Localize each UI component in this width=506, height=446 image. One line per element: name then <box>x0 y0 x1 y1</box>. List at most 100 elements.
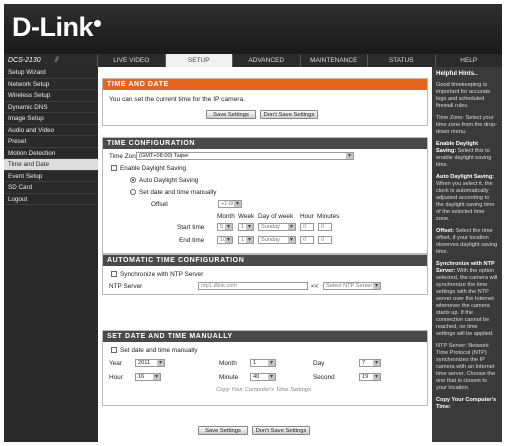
manual-time-panel: SET DATE AND TIME MANUALLY Set date and … <box>102 330 428 406</box>
hour-label: Hour <box>109 374 123 381</box>
end-hour-input[interactable]: 0 <box>300 236 314 244</box>
tab-live-video[interactable]: LIVE VIDEO <box>98 54 166 67</box>
sidebar-item-event-setup[interactable]: Event Setup <box>4 171 98 182</box>
manual-time-row[interactable]: Set date and time manually <box>111 347 197 354</box>
top-nav: DCS-2130/// LIVE VIDEO SETUP ADVANCED MA… <box>4 54 502 67</box>
col-minutes: Minutes <box>317 213 340 220</box>
start-time-label: Start time <box>177 224 205 231</box>
start-day-select[interactable]: Sunday <box>258 223 296 231</box>
sidebar-item-dynamic-dns[interactable]: Dynamic DNS <box>4 102 98 113</box>
tab-help[interactable]: HELP <box>436 54 503 67</box>
offset-select[interactable]: +1:00 <box>218 200 242 208</box>
panel-title: TIME CONFIGURATION <box>103 138 427 149</box>
ntp-server-input[interactable]: ntp1.dlink.com <box>198 282 308 290</box>
enable-daylight-saving-row[interactable]: Enable Daylight Saving <box>111 165 186 172</box>
help-panel: Helpful Hints.. Good timekeeping is impo… <box>432 67 502 442</box>
end-week-select[interactable]: 1 <box>238 236 254 244</box>
slash-decoration: /// <box>54 57 59 64</box>
help-text: Copy Your Computer's Time: <box>436 397 497 410</box>
year-select[interactable]: 2011 <box>135 359 165 367</box>
checkbox[interactable] <box>111 165 117 171</box>
tab-advanced[interactable]: ADVANCED <box>233 54 301 67</box>
tab-status[interactable]: STATUS <box>368 54 436 67</box>
col-day-of-week: Day of week <box>258 213 294 220</box>
sidebar: Setup Wizard Network Setup Wireless Setu… <box>4 67 98 442</box>
sync-ntp-row[interactable]: Synchronize with NTP Server <box>111 271 203 278</box>
copy-ntp-arrows[interactable]: << <box>311 283 318 290</box>
time-zone-label: Time Zone <box>109 153 140 160</box>
offset-label: Offset <box>151 201 168 208</box>
header: D-Link <box>4 4 502 54</box>
panel-title: AUTOMATIC TIME CONFIGURATION <box>103 255 427 266</box>
logo-dot-icon <box>94 20 102 27</box>
ntp-server-select[interactable]: Select NTP Server <box>323 282 381 290</box>
start-minute-input[interactable]: 0 <box>318 223 332 231</box>
sidebar-item-preset[interactable]: Preset <box>4 136 98 148</box>
help-text: Enable Daylight Saving: Select this to e… <box>436 141 492 168</box>
col-week: Week <box>238 213 255 220</box>
hour-select[interactable]: 16 <box>135 373 161 381</box>
panel-title: TIME AND DATE <box>103 79 427 90</box>
sidebar-item-sd-card[interactable]: SD Card <box>4 182 98 194</box>
help-text: Offset: Select the time offset, if your … <box>436 228 498 255</box>
dont-save-settings-button[interactable]: Don't Save Settings <box>260 110 318 119</box>
sidebar-item-motion-detection[interactable]: Motion Detection <box>4 148 98 159</box>
auto-daylight-saving-row[interactable]: Auto Daylight Saving <box>130 177 198 184</box>
time-configuration-panel: TIME CONFIGURATION Time Zone (GMT+08:00)… <box>102 137 428 254</box>
col-month: Month <box>217 213 235 220</box>
sidebar-item-audio-video[interactable]: Audio and Video <box>4 125 98 136</box>
day-label: Day <box>313 360 325 367</box>
copy-computer-time-link[interactable]: Copy Your Computer's Time Settings <box>216 387 311 393</box>
tab-setup[interactable]: SETUP <box>165 54 233 67</box>
help-text: Synchronize with NTP Server: With the op… <box>436 261 498 337</box>
start-week-select[interactable]: 1 <box>238 223 254 231</box>
start-month-select[interactable]: 5 <box>217 223 233 231</box>
help-text: Good timekeeping is important for accura… <box>436 82 491 109</box>
year-label: Year <box>109 360 122 367</box>
page: D-Link DCS-2130/// LIVE VIDEO SETUP ADVA… <box>0 0 506 446</box>
month-label: Month <box>219 360 237 367</box>
end-minute-input[interactable]: 0 <box>318 236 332 244</box>
panel-title: SET DATE AND TIME MANUALLY <box>103 331 427 342</box>
automatic-time-panel: AUTOMATIC TIME CONFIGURATION Synchronize… <box>102 254 428 295</box>
sidebar-item-wireless-setup[interactable]: Wireless Setup <box>4 90 98 102</box>
sidebar-item-setup-wizard[interactable]: Setup Wizard <box>4 67 98 79</box>
day-select[interactable]: 7 <box>359 359 381 367</box>
sidebar-item-time-and-date[interactable]: Time and Date <box>4 159 98 171</box>
sidebar-item-network-setup[interactable]: Network Setup <box>4 79 98 90</box>
save-settings-button[interactable]: Save Settings <box>206 110 256 119</box>
help-text: Time Zone: Select your time zone from th… <box>436 115 497 135</box>
sidebar-item-image-setup[interactable]: Image Setup <box>4 113 98 125</box>
month-select[interactable]: 1 <box>250 359 276 367</box>
time-and-date-panel: TIME AND DATE You can set the current ti… <box>102 78 428 126</box>
checkbox[interactable] <box>111 271 117 277</box>
end-month-select[interactable]: 10 <box>217 236 233 244</box>
model-label: DCS-2130/// <box>4 54 98 67</box>
start-hour-input[interactable]: 0 <box>300 223 314 231</box>
checkbox[interactable] <box>111 347 117 353</box>
help-text: NTP Server: Network Time Protocol (NTP) … <box>436 343 496 391</box>
help-title: Helpful Hints.. <box>436 70 478 77</box>
bottom-dont-save-settings-button[interactable]: Don't Save Settings <box>252 426 310 435</box>
main-content: TIME AND DATE You can set the current ti… <box>99 67 431 442</box>
end-time-label: End time <box>179 237 205 244</box>
radio-button[interactable] <box>130 189 136 195</box>
panel-description: You can set the current time for the IP … <box>109 96 245 103</box>
time-zone-select[interactable]: (GMT+08:00) Taipei <box>136 152 354 160</box>
col-hour: Hour <box>300 213 314 220</box>
logo-text: D-Lin <box>12 12 79 42</box>
minute-label: Minute <box>219 374 239 381</box>
logo-text-end: k <box>78 12 94 42</box>
bottom-save-settings-button[interactable]: Save Settings <box>198 426 248 435</box>
help-text: Auto Daylight Saving: When you select it… <box>436 174 495 222</box>
radio-button[interactable] <box>130 177 136 183</box>
end-day-select[interactable]: Sunday <box>258 236 296 244</box>
second-label: Second <box>313 374 335 381</box>
ntp-server-label: NTP Server <box>109 283 143 290</box>
minute-select[interactable]: 40 <box>250 373 276 381</box>
second-select[interactable]: 19 <box>359 373 381 381</box>
tab-maintenance[interactable]: MAINTENANCE <box>301 54 368 67</box>
dlink-logo: D-Link <box>12 12 102 43</box>
sidebar-item-logout[interactable]: Logout <box>4 194 98 205</box>
manual-dst-row[interactable]: Set date and time manually <box>130 189 216 196</box>
